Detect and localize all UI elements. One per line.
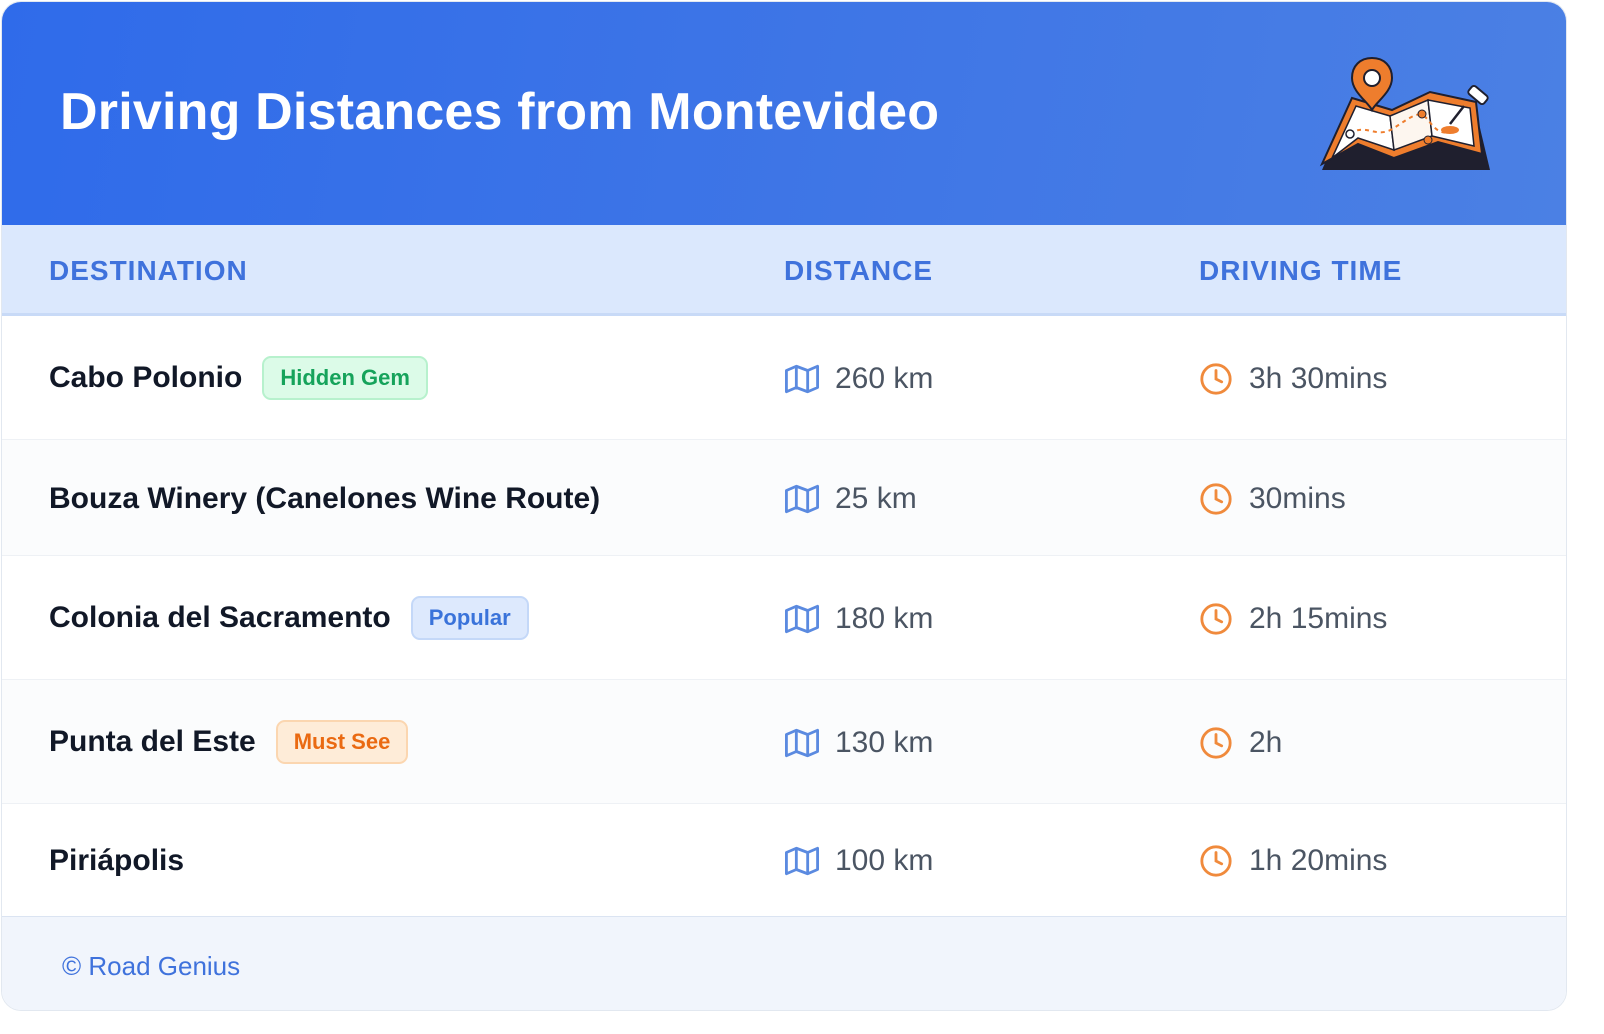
distance-value: 130 km [835, 726, 934, 759]
table-row: Piriápolis 100 km 1h 20mins [2, 804, 1566, 916]
clock-icon [1200, 727, 1232, 759]
copyright-text: © Road Genius [62, 951, 241, 981]
column-header-driving-time: DRIVING TIME [1199, 255, 1403, 286]
time-value: 30mins [1249, 482, 1346, 515]
table-row: Colonia del Sacramento Popular 180 km 2h… [2, 556, 1566, 680]
map-icon [785, 484, 819, 514]
popular-badge: Popular [410, 596, 529, 640]
column-header-distance: DISTANCE [784, 255, 934, 286]
distance-value: 100 km [835, 844, 934, 877]
distance-value: 25 km [835, 482, 917, 515]
time-value: 2h [1249, 726, 1283, 759]
map-icon [785, 728, 819, 758]
destination-name: Piriápolis [49, 844, 185, 877]
map-icon [785, 846, 819, 876]
destination-name: Colonia del Sacramento [49, 601, 391, 634]
table-row: Bouza Winery (Canelones Wine Route) 25 k… [2, 440, 1566, 556]
map-icon [785, 364, 819, 394]
hidden-gem-badge: Hidden Gem [262, 356, 428, 400]
clock-icon [1200, 845, 1232, 877]
destination-name: Cabo Polonio [49, 361, 243, 394]
clock-icon [1200, 483, 1232, 515]
must-see-badge: Must See [275, 720, 409, 764]
distance-value: 260 km [835, 362, 934, 395]
folded-map-with-pins-icon [1319, 56, 1490, 170]
page-title: Driving Distances from Montevideo [60, 83, 940, 141]
destination-name: Punta del Este [49, 725, 256, 758]
time-value: 1h 20mins [1249, 844, 1388, 877]
table-header: DESTINATION DISTANCE DRIVING TIME [2, 225, 1566, 316]
time-value: 2h 15mins [1249, 602, 1388, 635]
clock-icon [1200, 363, 1232, 395]
clock-icon [1200, 603, 1232, 635]
time-value: 3h 30mins [1249, 362, 1388, 395]
table-row: Cabo Polonio Hidden Gem 260 km 3h 30mins [2, 318, 1566, 440]
table-row: Punta del Este Must See 130 km 2h [2, 680, 1566, 804]
destination-name: Bouza Winery (Canelones Wine Route) [49, 482, 601, 515]
card-footer: © Road Genius [2, 916, 1566, 1010]
card-header: Driving Distances from Montevideo [2, 2, 1566, 225]
column-header-destination: DESTINATION [49, 255, 248, 286]
distance-card: Driving Distances from Montevideo DESTIN… [1, 1, 1567, 1011]
distance-value: 180 km [835, 602, 934, 635]
map-icon [785, 604, 819, 634]
